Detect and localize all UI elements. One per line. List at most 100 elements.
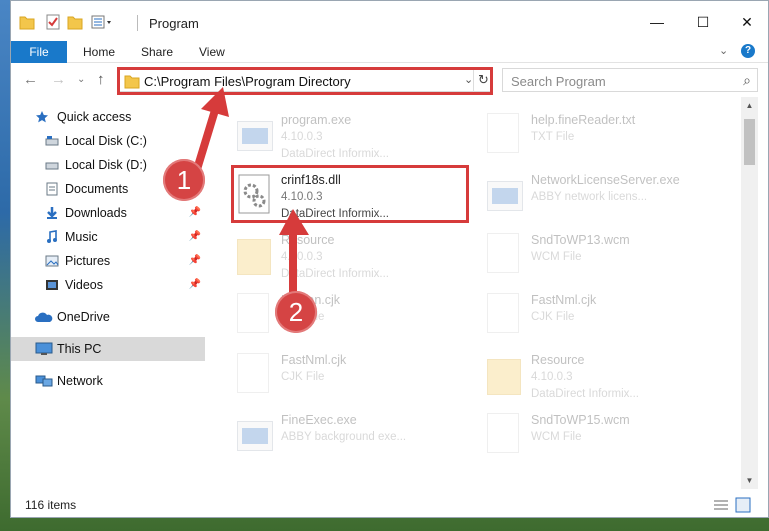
document-icon xyxy=(487,293,523,337)
document-icon xyxy=(237,293,273,337)
search-icon[interactable]: ⌕ xyxy=(743,72,751,89)
back-button[interactable]: ← xyxy=(23,71,38,88)
sidebar-item-label: Local Disk (C:) xyxy=(65,134,147,148)
file-detail: 4.10.0.3 xyxy=(531,371,573,383)
step-2-badge: 2 xyxy=(275,291,317,333)
sidebar-item-pictures[interactable]: Pictures 📌 xyxy=(11,249,205,273)
sidebar-item-label: Local Disk (D:) xyxy=(65,158,147,172)
tab-share[interactable]: Share xyxy=(141,41,173,63)
maximize-button[interactable]: ☐ xyxy=(683,9,723,35)
sidebar-item-music[interactable]: Music 📌 xyxy=(11,225,205,249)
sidebar-item-network[interactable]: Network xyxy=(11,369,205,393)
recent-locations-button[interactable]: ⌄ xyxy=(77,74,85,85)
sidebar-item-label: Quick access xyxy=(57,110,132,124)
network-icon xyxy=(35,375,53,387)
file-detail: DataDirect Informix... xyxy=(531,388,639,400)
close-button[interactable]: ✕ xyxy=(727,9,767,35)
folder-icon xyxy=(487,353,523,397)
drive-icon xyxy=(45,136,59,146)
sidebar-item-label: This PC xyxy=(57,342,102,356)
tab-file[interactable]: File xyxy=(11,41,67,63)
title-bar: Program — ☐ ✕ xyxy=(11,1,768,41)
pin-icon[interactable]: 📌 xyxy=(189,225,201,249)
documents-icon xyxy=(46,182,58,196)
document-icon xyxy=(487,113,523,157)
vertical-scrollbar[interactable]: ▲ ▼ xyxy=(741,97,758,489)
ribbon-tabs: File Home Share View ⌄ ? xyxy=(11,41,768,63)
window-title: Program xyxy=(149,16,199,31)
file-name: FastNml.cjk xyxy=(281,353,347,367)
sidebar-item-videos[interactable]: Videos 📌 xyxy=(11,273,205,297)
forward-button[interactable]: → xyxy=(51,71,66,88)
cloud-icon xyxy=(35,312,53,322)
sidebar-item-label: Downloads xyxy=(65,206,127,220)
details-view-icon[interactable] xyxy=(713,499,729,511)
sidebar-item-onedrive[interactable]: OneDrive xyxy=(11,305,205,329)
document-icon xyxy=(237,353,273,397)
file-item[interactable]: Korean.cjk CJK File xyxy=(233,289,468,345)
file-item[interactable]: Resource 4.10.0.3 DataDirect Informix... xyxy=(233,229,468,285)
file-item[interactable]: FineExec.exe ABBY background exe... xyxy=(233,409,468,465)
file-detail: ABBY network licens... xyxy=(531,191,648,203)
file-detail: WCM File xyxy=(531,431,582,443)
file-name: NetworkLicenseServer.exe xyxy=(531,173,680,187)
file-highlight-box xyxy=(231,165,469,223)
scroll-up-icon[interactable]: ▲ xyxy=(741,97,758,114)
large-icons-view-icon[interactable] xyxy=(735,497,751,513)
file-detail: TXT File xyxy=(531,131,575,143)
file-item[interactable]: FastNml.cjk CJK File xyxy=(483,289,718,345)
file-item[interactable]: program.exe 4.10.0.3 DataDirect Informix… xyxy=(233,109,468,165)
file-name: help.fineReader.txt xyxy=(531,113,636,127)
title-separator xyxy=(137,15,138,31)
up-button[interactable]: ↑ xyxy=(97,71,105,88)
tab-home[interactable]: Home xyxy=(83,41,115,63)
file-item[interactable]: FastNml.cjk CJK File xyxy=(233,349,468,405)
file-item[interactable]: Resource 4.10.0.3 DataDirect Informix... xyxy=(483,349,718,405)
scroll-down-icon[interactable]: ▼ xyxy=(741,472,758,489)
drive-icon xyxy=(45,162,59,170)
file-detail: CJK File xyxy=(531,311,575,323)
sidebar-item-label: Videos xyxy=(65,278,103,292)
sidebar-item-label: Documents xyxy=(65,182,129,196)
pin-icon[interactable]: 📌 xyxy=(189,273,201,297)
file-name: SndToWP13.wcm xyxy=(531,233,630,247)
file-item[interactable]: NetworkLicenseServer.exe ABBY network li… xyxy=(483,169,718,225)
download-icon xyxy=(47,207,57,219)
search-box[interactable]: Search Program ⌕ xyxy=(502,68,758,92)
file-detail: ABBY background exe... xyxy=(281,431,407,443)
file-detail: 4.10.0.3 xyxy=(281,131,323,143)
file-name: Resource xyxy=(531,353,585,367)
scroll-thumb[interactable] xyxy=(744,119,755,165)
file-name: FineExec.exe xyxy=(281,413,357,427)
pictures-icon xyxy=(45,255,59,267)
item-count: 116 items xyxy=(25,498,77,512)
help-icon[interactable]: ? xyxy=(741,44,755,58)
sidebar-item-label: Pictures xyxy=(65,254,111,268)
properties-icon[interactable] xyxy=(45,13,61,31)
file-item[interactable]: SndToWP13.wcm WCM File xyxy=(483,229,718,285)
tab-view[interactable]: View xyxy=(199,41,225,63)
expand-ribbon-button[interactable]: ⌄ xyxy=(719,44,728,57)
folder-icon[interactable] xyxy=(19,13,35,31)
folder-icon xyxy=(237,233,273,277)
file-detail: DataDirect Informix... xyxy=(281,148,389,160)
document-icon xyxy=(487,413,523,457)
music-icon xyxy=(47,230,57,243)
file-item[interactable]: help.fineReader.txt TXT File xyxy=(483,109,718,165)
new-folder-icon[interactable] xyxy=(67,13,83,31)
videos-icon xyxy=(46,280,58,290)
file-detail: CJK File xyxy=(281,371,325,383)
pin-icon[interactable]: 📌 xyxy=(189,249,201,273)
sidebar-item-this-pc[interactable]: This PC xyxy=(11,337,205,361)
sidebar-item-label: Network xyxy=(57,374,103,388)
file-name: SndToWP15.wcm xyxy=(531,413,630,427)
customize-toolbar-icon[interactable] xyxy=(91,13,113,31)
exe-file-icon xyxy=(487,173,523,217)
file-name: FastNml.cjk xyxy=(531,293,597,307)
file-detail: WCM File xyxy=(531,251,582,263)
minimize-button[interactable]: — xyxy=(637,9,677,35)
pc-icon xyxy=(35,342,53,355)
file-item[interactable]: SndToWP15.wcm WCM File xyxy=(483,409,718,465)
file-name: program.exe xyxy=(281,113,352,127)
search-input[interactable]: Search Program xyxy=(511,74,606,89)
